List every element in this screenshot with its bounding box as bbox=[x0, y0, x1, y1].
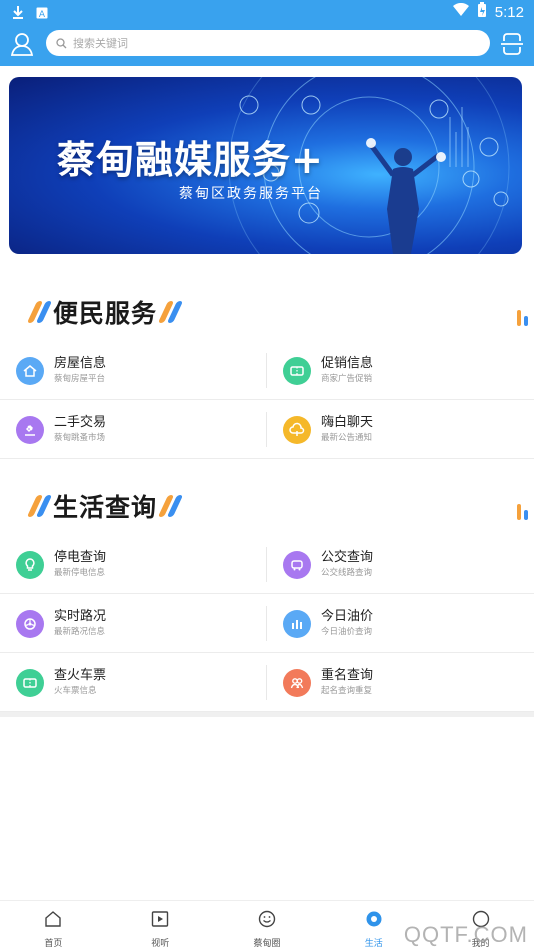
ticket-icon bbox=[283, 356, 311, 385]
search-bar[interactable] bbox=[46, 30, 490, 56]
notification-a-icon: A bbox=[36, 4, 48, 23]
service-row: 二手交易蔡甸跳蚤市场 嗨白聊天最新公告通知 bbox=[0, 400, 534, 459]
life-item-name[interactable]: 重名查询起名查询重复 bbox=[267, 653, 534, 712]
banner-title: 蔡甸融媒服务+ bbox=[57, 138, 324, 182]
item-subtitle: 起名查询重复 bbox=[321, 685, 373, 696]
slash-decoration-icon bbox=[26, 301, 53, 323]
slash-decoration-icon bbox=[157, 301, 184, 323]
banner-subtitle: 蔡甸区政务服务平台 bbox=[179, 186, 323, 202]
item-subtitle: 蔡甸跳蚤市场 bbox=[54, 432, 106, 443]
ticket-icon bbox=[16, 668, 44, 697]
bars-icon bbox=[283, 609, 311, 638]
status-time: 5:12 bbox=[494, 3, 524, 21]
bulb-icon bbox=[16, 550, 44, 579]
section-header-life: 生活查询 bbox=[26, 486, 184, 526]
section-title: 生活查询 bbox=[53, 493, 158, 522]
nav-video[interactable]: 视听 bbox=[107, 901, 214, 948]
item-subtitle: 最新路况信息 bbox=[54, 626, 106, 637]
nav-home[interactable]: 首页 bbox=[0, 901, 107, 948]
service-item-housing[interactable]: 房屋信息蔡甸房屋平台 bbox=[0, 341, 267, 400]
service-item-chat[interactable]: 嗨白聊天最新公告通知 bbox=[267, 400, 534, 459]
smile-icon bbox=[257, 909, 277, 933]
status-bar: A 5:12 bbox=[0, 0, 534, 24]
bars-decoration-icon bbox=[517, 310, 528, 326]
item-subtitle: 最新停电信息 bbox=[54, 567, 106, 578]
life-row: 停电查询最新停电信息 公交查询公交线路查询 bbox=[0, 535, 534, 594]
section-title: 便民服务 bbox=[53, 299, 158, 328]
nav-circle[interactable]: 蔡甸圈 bbox=[214, 901, 321, 948]
scan-icon[interactable] bbox=[498, 30, 526, 58]
service-item-secondhand[interactable]: 二手交易蔡甸跳蚤市场 bbox=[0, 400, 267, 459]
nav-label: 首页 bbox=[44, 939, 63, 948]
nav-label: 视听 bbox=[151, 939, 170, 948]
play-icon bbox=[150, 909, 170, 933]
item-subtitle: 蔡甸房屋平台 bbox=[54, 373, 106, 384]
home-icon bbox=[43, 909, 63, 933]
item-title: 二手交易 bbox=[54, 414, 107, 430]
item-subtitle: 最新公告通知 bbox=[321, 432, 373, 443]
top-header bbox=[0, 24, 534, 66]
item-title: 查火车票 bbox=[54, 667, 107, 683]
life-item-bus[interactable]: 公交查询公交线路查询 bbox=[267, 535, 534, 594]
life-item-power[interactable]: 停电查询最新停电信息 bbox=[0, 535, 267, 594]
item-title: 今日油价 bbox=[321, 608, 374, 624]
user-icon[interactable] bbox=[8, 30, 36, 58]
search-icon bbox=[56, 34, 67, 53]
item-title: 房屋信息 bbox=[54, 355, 107, 371]
item-title: 重名查询 bbox=[321, 667, 374, 683]
people-icon bbox=[283, 668, 311, 697]
bus-icon bbox=[283, 550, 311, 579]
section-header-services: 便民服务 bbox=[26, 292, 184, 332]
life-icon bbox=[364, 909, 384, 933]
house-icon bbox=[16, 356, 44, 385]
life-row: 查火车票火车票信息 重名查询起名查询重复 bbox=[0, 653, 534, 712]
slash-decoration-icon bbox=[157, 495, 184, 517]
hero-banner[interactable]: 蔡甸融媒服务+ 蔡甸区政务服务平台 bbox=[9, 77, 522, 254]
svg-text:A: A bbox=[39, 10, 46, 19]
item-subtitle: 公交线路查询 bbox=[321, 567, 373, 578]
slash-decoration-icon bbox=[26, 495, 53, 517]
gavel-icon bbox=[16, 415, 44, 444]
item-title: 公交查询 bbox=[321, 549, 374, 565]
wifi-icon bbox=[452, 2, 469, 21]
battery-icon bbox=[477, 2, 487, 22]
nav-label: 生活 bbox=[364, 939, 383, 948]
download-icon bbox=[12, 4, 24, 23]
item-subtitle: 商家广告促销 bbox=[321, 373, 373, 384]
section-separator bbox=[0, 712, 534, 717]
item-title: 停电查询 bbox=[54, 549, 107, 565]
search-input[interactable] bbox=[73, 36, 453, 50]
watermark: QQTF.COM bbox=[403, 922, 528, 947]
life-item-oil[interactable]: 今日油价今日油价查询 bbox=[267, 594, 534, 653]
nav-label: 蔡甸圈 bbox=[253, 939, 281, 948]
life-item-train[interactable]: 查火车票 火车票信息 bbox=[0, 653, 267, 712]
life-row: 实时路况最新路况信息 今日油价今日油价查询 bbox=[0, 594, 534, 653]
service-row: 房屋信息蔡甸房屋平台 促销信息商家广告促销 bbox=[0, 341, 534, 400]
wheel-icon bbox=[16, 609, 44, 638]
bars-decoration-icon bbox=[517, 504, 528, 520]
cloud-icon bbox=[283, 415, 311, 444]
item-title: 促销信息 bbox=[321, 355, 374, 371]
item-subtitle: 今日油价查询 bbox=[321, 626, 373, 637]
item-title: 实时路况 bbox=[54, 608, 107, 624]
service-item-promotion[interactable]: 促销信息商家广告促销 bbox=[267, 341, 534, 400]
item-title: 嗨白聊天 bbox=[321, 414, 374, 430]
item-subtitle: 火车票信息 bbox=[54, 685, 97, 696]
life-item-traffic[interactable]: 实时路况最新路况信息 bbox=[0, 594, 267, 653]
